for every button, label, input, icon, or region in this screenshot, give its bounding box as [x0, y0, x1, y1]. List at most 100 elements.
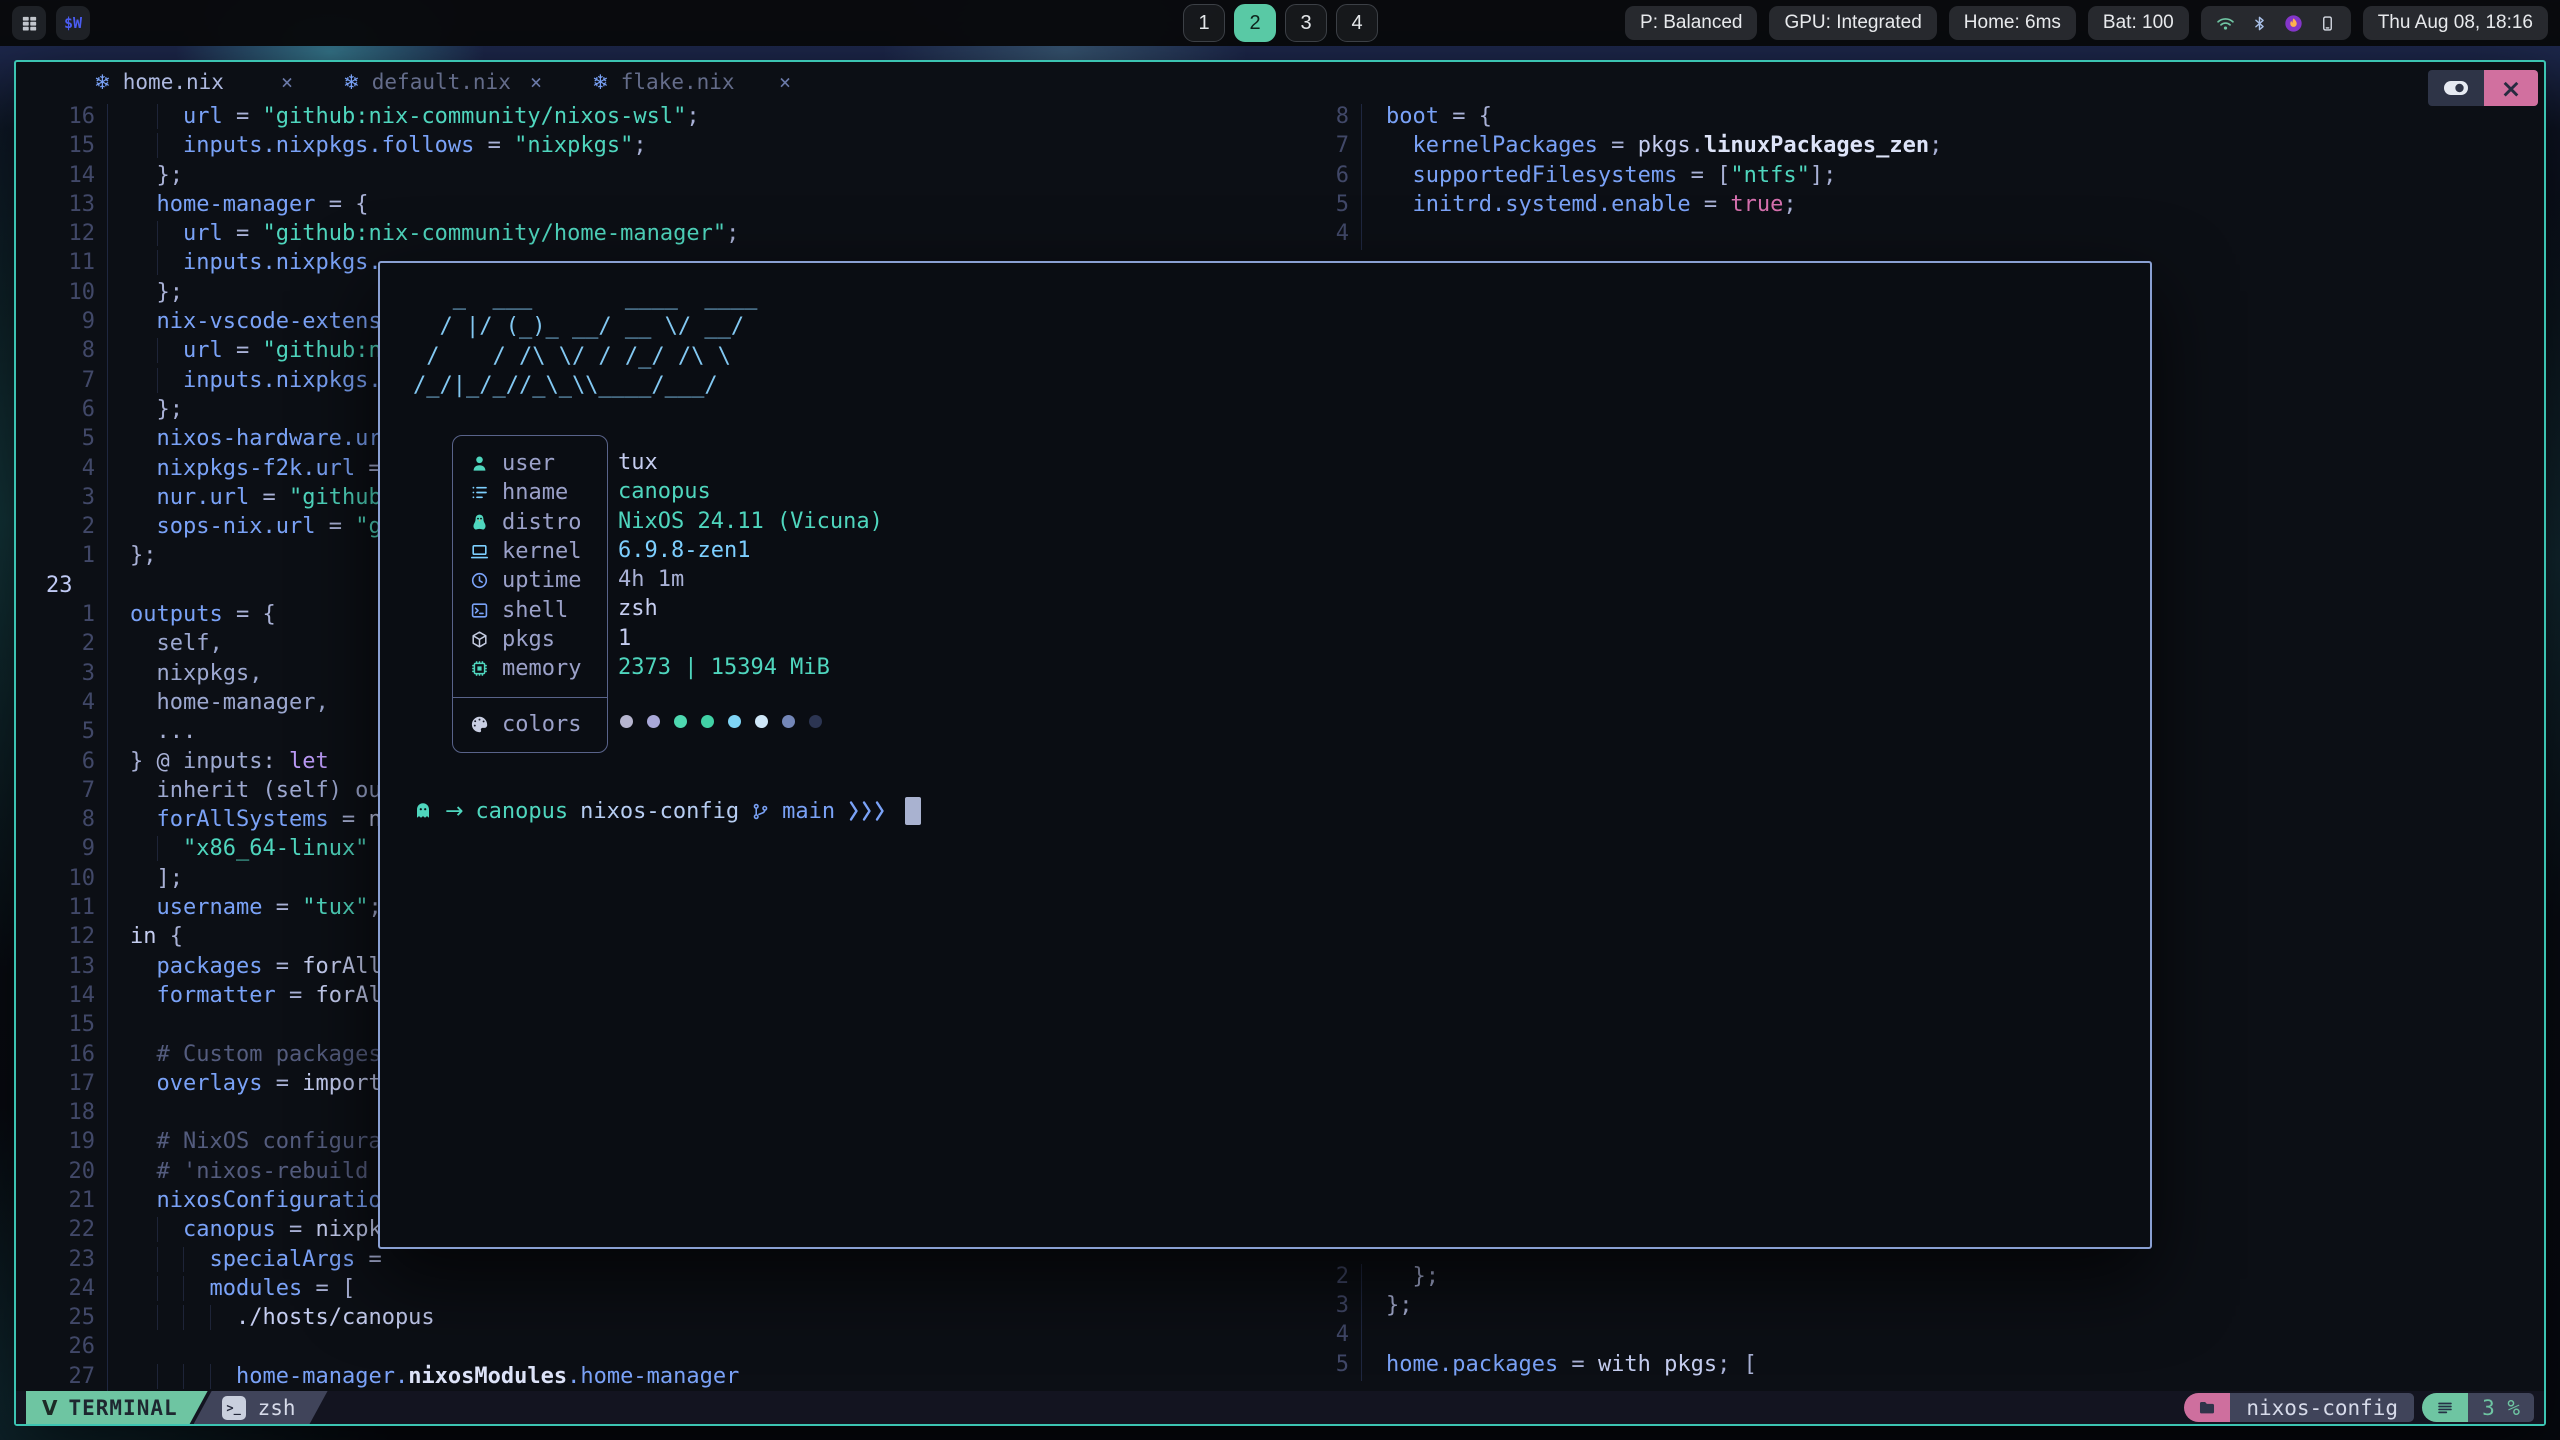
workspace-button-2[interactable]: 2	[1234, 4, 1276, 42]
right-pane-top-block: 8boot = {7 kernelPackages = pkgs.linuxPa…	[1302, 102, 2544, 250]
flame-icon[interactable]	[2284, 14, 2303, 33]
line-number: 7	[1302, 133, 1362, 162]
chevron-icon	[875, 800, 885, 822]
git-branch-icon	[751, 802, 770, 821]
line-number: 15	[16, 133, 108, 162]
code-text: url = "github:nix-community/home-manager…	[108, 221, 739, 250]
code-text: nixos-hardware.ur	[108, 426, 382, 455]
distro-icon	[470, 513, 489, 532]
line-number: 5	[1302, 192, 1362, 221]
editor-tab-flake.nix[interactable]: ❄flake.nix×	[576, 62, 811, 102]
code-text: home-manager = {	[108, 192, 368, 221]
toggle-icon	[2443, 80, 2469, 96]
code-text	[1362, 221, 1386, 250]
code-text: url = "github:nix-community/nixos-wsl";	[108, 104, 700, 133]
kernel-icon	[470, 542, 489, 561]
tab-close-icon[interactable]: ×	[775, 70, 795, 94]
tab-close-icon[interactable]: ×	[526, 70, 546, 94]
window-close-button[interactable]: ×	[2484, 70, 2538, 106]
nix-snowflake-icon: ❄	[592, 70, 609, 94]
prompt-host: canopus	[475, 799, 568, 824]
line-number: 2	[16, 514, 108, 543]
fetch-value: zsh	[618, 594, 883, 623]
code-text: # NixOS configura	[108, 1129, 382, 1158]
line-number: 7	[16, 778, 108, 807]
code-text: modules = [	[108, 1276, 355, 1305]
code-text: username = "tux";	[108, 895, 382, 924]
fetch-row: kernel	[453, 537, 607, 566]
fetch-row: hname	[453, 478, 607, 507]
shell-segment[interactable]: >_ zsh	[194, 1391, 328, 1424]
window-toggle-button[interactable]	[2428, 70, 2484, 106]
terminal-icon: >_	[222, 1396, 246, 1420]
line-number: 10	[16, 866, 108, 895]
top-bar: $W 1234 P: BalancedGPU: IntegratedHome: …	[0, 0, 2560, 46]
line-number: 17	[16, 1071, 108, 1100]
line-number: 3	[1302, 1293, 1362, 1322]
phone-icon[interactable]	[2319, 15, 2336, 32]
code-text	[1362, 1322, 1386, 1351]
workspace-switcher: 1234	[1183, 4, 1378, 42]
code-text: nixosConfiguratio	[108, 1188, 382, 1217]
code-line: 2 };	[1302, 1264, 2544, 1293]
workspace-button-1[interactable]: 1	[1183, 4, 1225, 42]
editor-tab-home.nix[interactable]: ❄home.nix×	[78, 62, 313, 102]
fetch-label: pkgs	[502, 627, 555, 652]
line-number: 8	[16, 338, 108, 367]
status-pill: Home: 6ms	[1949, 6, 2076, 40]
launcher-button[interactable]	[12, 6, 46, 40]
line-number: 3	[16, 485, 108, 514]
tab-label: home.nix	[123, 70, 224, 94]
code-line: 6 supportedFilesystems = ["ntfs"];	[1302, 163, 2544, 192]
line-number: 5	[1302, 1352, 1362, 1381]
code-text: nix-vscode-extens	[108, 309, 382, 338]
line-number: 3	[16, 661, 108, 690]
code-text	[108, 573, 130, 602]
code-text: };	[108, 543, 157, 572]
line-number: 22	[16, 1217, 108, 1246]
fetch-value: tux	[618, 448, 883, 477]
code-text: inputs.nixpkgs.	[108, 250, 382, 279]
network-icon[interactable]	[2216, 14, 2235, 33]
workspace-button-4[interactable]: 4	[1336, 4, 1378, 42]
line-number: 15	[16, 1012, 108, 1041]
line-number: 24	[16, 1276, 108, 1305]
fastfetch-values: tuxcanopusNixOS 24.11 (Vicuna)6.9.8-zen1…	[618, 435, 883, 682]
code-line: 14 };	[16, 163, 1302, 192]
prompt-chevrons	[849, 800, 885, 822]
code-text	[108, 1100, 130, 1129]
fetch-label: memory	[502, 656, 581, 681]
shell-label: zsh	[258, 1396, 296, 1420]
fetch-value: NixOS 24.11 (Vicuna)	[618, 507, 883, 536]
logo-button[interactable]: $W	[56, 6, 90, 40]
line-number: 5	[16, 426, 108, 455]
line-number: 27	[16, 1364, 108, 1391]
code-text: nixpkgs-f2k.url =	[108, 456, 395, 485]
clock: Thu Aug 08, 18:16	[2363, 6, 2548, 40]
status-pill: GPU: Integrated	[1769, 6, 1936, 40]
code-text: forAllSystems = n	[108, 807, 382, 836]
workspace-button-3[interactable]: 3	[1285, 4, 1327, 42]
app-grid-icon	[20, 14, 39, 33]
code-line: 7 kernelPackages = pkgs.linuxPackages_ze…	[1302, 133, 2544, 162]
mode-segment: V TERMINAL	[26, 1391, 208, 1424]
line-number: 12	[16, 221, 108, 250]
editor-tab-default.nix[interactable]: ❄default.nix×	[327, 62, 562, 102]
code-line: 23 specialArgs =	[16, 1247, 1302, 1276]
line-number: 1	[16, 543, 108, 572]
tab-close-icon[interactable]: ×	[277, 70, 297, 94]
nix-snowflake-icon: ❄	[343, 70, 360, 94]
code-text: url = "github:n	[108, 338, 382, 367]
color-swatch	[728, 715, 741, 728]
prompt-line[interactable]: → canopus nixos-config main	[413, 797, 921, 825]
line-number: 7	[16, 368, 108, 397]
code-text: };	[108, 163, 183, 192]
terminal-cursor	[905, 797, 921, 825]
code-line: 16 url = "github:nix-community/nixos-wsl…	[16, 104, 1302, 133]
fetch-row: memory	[453, 654, 607, 683]
code-line: 3};	[1302, 1293, 2544, 1322]
code-line: 25 ./hosts/canopus	[16, 1305, 1302, 1334]
terminal-window[interactable]: _ ___ ____ ____ / |/ (_)_ __/ __ \/ __/ …	[378, 261, 2152, 1249]
bluetooth-icon[interactable]	[2251, 15, 2268, 32]
close-icon: ×	[2501, 74, 2522, 103]
